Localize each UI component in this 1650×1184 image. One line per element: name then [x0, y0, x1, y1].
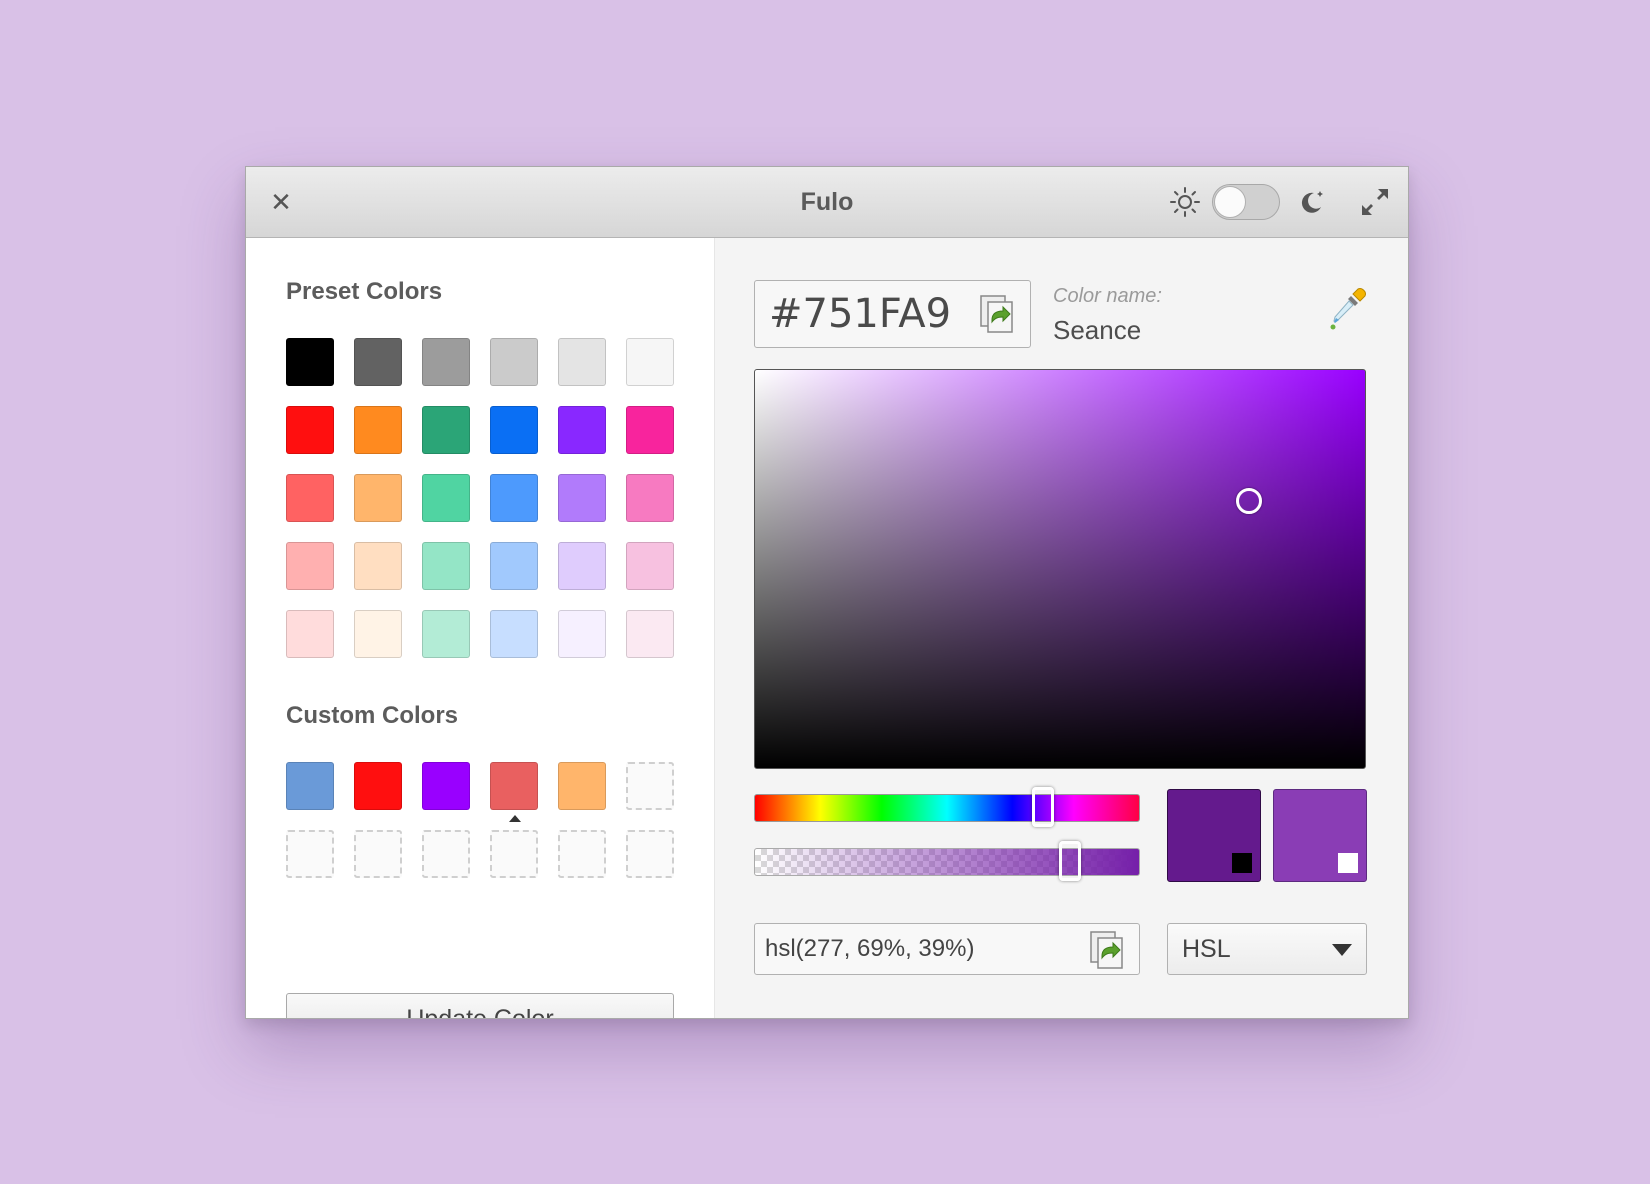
preset-colors-title: Preset Colors [286, 278, 443, 305]
custom-swatch[interactable] [354, 762, 402, 810]
color-name-label: Color name: [1053, 285, 1162, 307]
theme-toggle[interactable] [1212, 184, 1280, 220]
custom-colors-title: Custom Colors [286, 702, 459, 729]
custom-swatch-empty[interactable] [490, 830, 538, 878]
preset-swatch[interactable] [558, 474, 606, 522]
sun-icon [1170, 187, 1200, 217]
custom-swatch-grid [286, 762, 674, 878]
preset-swatch[interactable] [354, 474, 402, 522]
hue-slider-handle[interactable] [1032, 787, 1054, 827]
title-bar: ✕ Fulo [246, 167, 1408, 238]
preset-swatch[interactable] [286, 406, 334, 454]
preset-swatch[interactable] [626, 406, 674, 454]
preset-swatch-grid [286, 338, 674, 658]
swatches-panel: Preset Colors Custom Colors Update Color [246, 238, 715, 1018]
copy-icon[interactable] [979, 294, 1015, 334]
preset-swatch[interactable] [354, 406, 402, 454]
hue-slider[interactable] [754, 787, 1140, 827]
custom-swatch-empty[interactable] [558, 830, 606, 878]
preset-swatch[interactable] [558, 338, 606, 386]
preset-swatch[interactable] [422, 406, 470, 454]
custom-swatch[interactable] [286, 762, 334, 810]
preset-swatch[interactable] [354, 338, 402, 386]
custom-swatch-empty[interactable] [422, 830, 470, 878]
format-select[interactable]: HSL [1167, 923, 1367, 975]
alpha-slider[interactable] [754, 841, 1140, 881]
hex-value[interactable]: #751FA9 [769, 281, 951, 347]
preset-swatch[interactable] [422, 610, 470, 658]
preset-swatch[interactable] [286, 542, 334, 590]
preset-swatch[interactable] [490, 406, 538, 454]
preset-swatch[interactable] [422, 338, 470, 386]
preset-swatch[interactable] [626, 338, 674, 386]
preset-swatch[interactable] [422, 542, 470, 590]
preset-swatch[interactable] [490, 338, 538, 386]
alpha-slider-handle[interactable] [1058, 841, 1081, 881]
custom-swatch[interactable] [558, 762, 606, 810]
custom-swatch[interactable] [422, 762, 470, 810]
custom-swatch-empty[interactable] [286, 830, 334, 878]
eyedropper-icon[interactable] [1326, 285, 1370, 335]
update-color-button[interactable]: Update Color [286, 993, 674, 1018]
custom-swatch-empty[interactable] [626, 830, 674, 878]
format-select-value: HSL [1182, 935, 1231, 963]
color-picker-window: ✕ Fulo Preset Colors Custom Colors Updat… [245, 166, 1409, 1019]
format-value[interactable]: hsl(277, 69%, 39%) [765, 924, 974, 974]
preset-swatch[interactable] [558, 610, 606, 658]
saturation-value-area[interactable] [754, 369, 1366, 769]
custom-swatch[interactable] [490, 762, 538, 822]
current-color-marker [1232, 853, 1252, 873]
hex-input[interactable]: #751FA9 [754, 280, 1031, 348]
chevron-down-icon [1332, 944, 1352, 956]
preset-swatch[interactable] [490, 610, 538, 658]
preset-swatch[interactable] [558, 542, 606, 590]
copy-format-icon[interactable] [1089, 930, 1125, 970]
custom-swatch-empty[interactable] [626, 762, 674, 810]
preset-swatch[interactable] [422, 474, 470, 522]
moon-icon [1301, 191, 1323, 213]
preset-swatch[interactable] [626, 610, 674, 658]
maximize-icon[interactable] [1360, 187, 1390, 217]
previous-color-preview[interactable] [1273, 789, 1367, 882]
preset-swatch[interactable] [286, 338, 334, 386]
preset-swatch[interactable] [490, 474, 538, 522]
color-name: Seance [1053, 315, 1142, 345]
sv-cursor[interactable] [1236, 488, 1263, 515]
custom-swatch-empty[interactable] [354, 830, 402, 878]
current-color-preview [1167, 789, 1261, 882]
preset-swatch[interactable] [354, 542, 402, 590]
preset-swatch[interactable] [558, 406, 606, 454]
preset-swatch[interactable] [626, 474, 674, 522]
toggle-knob[interactable] [1214, 186, 1246, 218]
preset-swatch[interactable] [626, 542, 674, 590]
format-value-input[interactable]: hsl(277, 69%, 39%) [754, 923, 1140, 975]
preset-swatch[interactable] [490, 542, 538, 590]
preset-swatch[interactable] [286, 610, 334, 658]
preset-swatch[interactable] [286, 474, 334, 522]
preset-swatch[interactable] [354, 610, 402, 658]
previous-color-marker [1338, 853, 1358, 873]
